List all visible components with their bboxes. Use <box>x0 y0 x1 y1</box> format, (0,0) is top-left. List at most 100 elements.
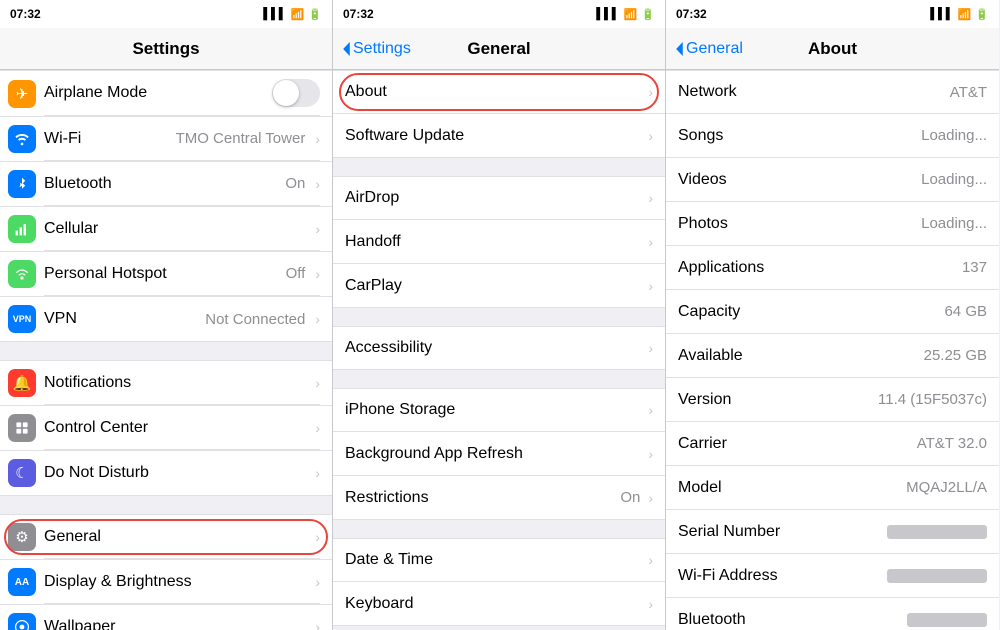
wifi-icon-2: 📶 <box>624 8 638 21</box>
handoff-chevron: › <box>648 234 653 250</box>
row-hotspot[interactable]: Personal Hotspot Off › <box>0 252 332 297</box>
section-storage: iPhone Storage › Background App Refresh … <box>333 388 665 520</box>
photos-label: Photos <box>678 215 728 233</box>
status-icons-3: ▌▌▌ 📶 🔋 <box>930 8 989 21</box>
general-content: General › <box>44 515 320 559</box>
airplane-toggle[interactable] <box>272 79 320 107</box>
battery-icon-2: 🔋 <box>641 8 655 21</box>
row-bluetooth[interactable]: Bluetooth On › <box>0 162 332 207</box>
bluetooth-label: Bluetooth <box>44 175 112 193</box>
bluetooth-redacted <box>907 613 987 627</box>
accessibility-right: › <box>644 340 653 356</box>
songs-value: Loading... <box>921 127 987 144</box>
donotdisturb-chevron: › <box>315 465 320 481</box>
time-2: 07:32 <box>343 7 374 21</box>
photos-value: Loading... <box>921 215 987 232</box>
controlcenter-chevron: › <box>315 420 320 436</box>
row-donotdisturb[interactable]: ☾ Do Not Disturb › <box>0 451 332 496</box>
row-vpn[interactable]: VPN VPN Not Connected › <box>0 297 332 342</box>
carplay-label: CarPlay <box>345 277 402 295</box>
videos-value: Loading... <box>921 171 987 188</box>
bluetooth-content: Bluetooth On › <box>44 162 320 206</box>
applications-value: 137 <box>962 259 987 276</box>
row-controlcenter[interactable]: Control Center › <box>0 406 332 451</box>
controlcenter-icon-wrap <box>0 406 44 450</box>
gap-g3 <box>333 370 665 388</box>
back-label-about: General <box>686 40 743 58</box>
row-wallpaper[interactable]: Wallpaper › <box>0 605 332 630</box>
handoff-label: Handoff <box>345 233 401 251</box>
row-photos: Photos Loading... <box>666 202 999 246</box>
carplay-chevron: › <box>648 278 653 294</box>
general-label: General <box>44 528 101 546</box>
airplane-content: Airplane Mode <box>44 71 320 116</box>
row-wifiaddress: Wi-Fi Address <box>666 554 999 598</box>
row-handoff[interactable]: Handoff › <box>333 220 665 264</box>
nav-bar-3: General About <box>666 28 999 70</box>
row-iphonestorage[interactable]: iPhone Storage › <box>333 388 665 432</box>
time-3: 07:32 <box>676 7 707 21</box>
settings-panel: 07:32 ▌▌▌ 📶 🔋 Settings ✈ Airplane Mode <box>0 0 333 630</box>
about-chevron: › <box>648 84 653 100</box>
signal-icon: ▌▌▌ <box>263 8 286 20</box>
restrictions-chevron: › <box>648 490 653 506</box>
controlcenter-icon <box>8 414 36 442</box>
row-cellular[interactable]: Cellular › <box>0 207 332 252</box>
controlcenter-content: Control Center › <box>44 406 320 450</box>
gap-g4 <box>333 520 665 538</box>
videos-label: Videos <box>678 171 727 189</box>
wifiaddress-label: Wi-Fi Address <box>678 567 778 585</box>
softwareupdate-chevron: › <box>648 128 653 144</box>
wifi-icon-wrap <box>0 117 44 161</box>
hotspot-icon <box>8 260 36 288</box>
row-wifi[interactable]: Wi-Fi TMO Central Tower › <box>0 117 332 162</box>
songs-label: Songs <box>678 127 723 145</box>
row-bluetooth-about: Bluetooth <box>666 598 999 630</box>
row-capacity: Capacity 64 GB <box>666 290 999 334</box>
network-value: AT&T <box>950 84 987 101</box>
back-button-general[interactable]: Settings <box>341 40 411 58</box>
iphonestorage-right: › <box>644 402 653 418</box>
wallpaper-chevron: › <box>315 619 320 630</box>
general-icon-wrap: ⚙ <box>0 515 44 559</box>
row-display[interactable]: AA Display & Brightness › <box>0 560 332 605</box>
gap-g1 <box>333 158 665 176</box>
available-value: 25.25 GB <box>924 347 987 364</box>
status-icons-1: ▌▌▌ 📶 🔋 <box>263 8 322 21</box>
wifi-icon: 📶 <box>291 8 305 21</box>
wifi-right: TMO Central Tower › <box>176 130 320 147</box>
row-airdrop[interactable]: AirDrop › <box>333 176 665 220</box>
display-icon-wrap: AA <box>0 560 44 604</box>
general-list[interactable]: About › Software Update › AirDrop › <box>333 70 665 630</box>
row-version: Version 11.4 (15F5037c) <box>666 378 999 422</box>
hotspot-right: Off › <box>286 265 320 282</box>
about-list[interactable]: Network AT&T Songs Loading... Videos Loa… <box>666 70 999 630</box>
row-keyboard[interactable]: Keyboard › <box>333 582 665 626</box>
row-datetime[interactable]: Date & Time › <box>333 538 665 582</box>
row-backgroundrefresh[interactable]: Background App Refresh › <box>333 432 665 476</box>
row-accessibility[interactable]: Accessibility › <box>333 326 665 370</box>
row-restrictions[interactable]: Restrictions On › <box>333 476 665 520</box>
row-airplane[interactable]: ✈ Airplane Mode <box>0 70 332 117</box>
settings-list[interactable]: ✈ Airplane Mode <box>0 70 332 630</box>
wifi-icon <box>8 125 36 153</box>
airplane-label: Airplane Mode <box>44 84 147 102</box>
row-about[interactable]: About › <box>333 70 665 114</box>
battery-icon: 🔋 <box>308 8 322 21</box>
carrier-label: Carrier <box>678 435 727 453</box>
hotspot-value: Off <box>286 265 306 282</box>
hotspot-icon-wrap <box>0 252 44 296</box>
row-notifications[interactable]: 🔔 Notifications › <box>0 360 332 406</box>
row-general[interactable]: ⚙ General › <box>0 514 332 560</box>
row-softwareupdate[interactable]: Software Update › <box>333 114 665 158</box>
cellular-chevron: › <box>315 221 320 237</box>
notifications-label: Notifications <box>44 374 131 392</box>
back-button-about[interactable]: General <box>674 40 743 58</box>
about-right: › <box>644 84 653 100</box>
general-panel: 07:32 ▌▌▌ 📶 🔋 Settings General About › S… <box>333 0 666 630</box>
handoff-right: › <box>644 234 653 250</box>
settings-title: Settings <box>132 39 199 59</box>
row-carplay[interactable]: CarPlay › <box>333 264 665 308</box>
serialnumber-label: Serial Number <box>678 523 780 541</box>
display-icon: AA <box>8 568 36 596</box>
